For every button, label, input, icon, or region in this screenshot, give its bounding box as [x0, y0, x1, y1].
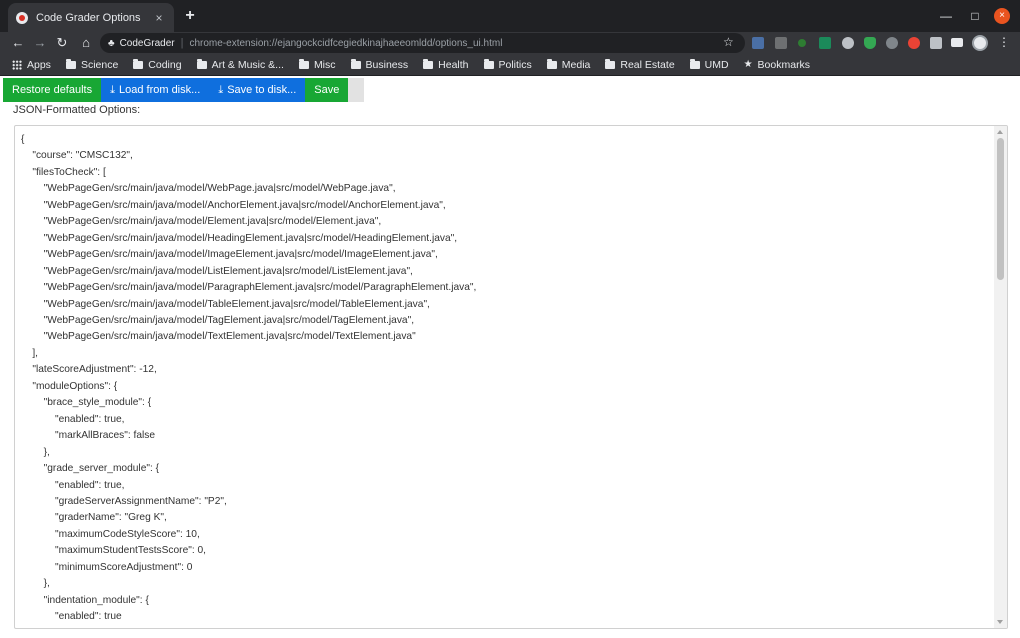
maximize-window-button[interactable]: □	[967, 8, 983, 24]
download-icon: ⤓	[218, 84, 224, 96]
url-separator: |	[180, 37, 184, 49]
folder-icon	[423, 58, 434, 69]
extension-icon[interactable]	[908, 37, 920, 49]
tab-title: Code Grader Options	[36, 11, 141, 24]
bookmark-label: UMD	[704, 58, 729, 71]
bookmark-item[interactable]: ★ Bookmarks	[744, 59, 810, 71]
bookmark-item[interactable]: Misc	[298, 58, 336, 71]
folder-icon	[350, 58, 361, 69]
shield-extension-icon[interactable]	[864, 37, 876, 49]
save-to-disk-label: Save to disk...	[227, 84, 297, 96]
extension-icon[interactable]	[775, 37, 787, 49]
bookmark-item[interactable]: Art & Music &...	[196, 58, 284, 71]
star-icon: ★	[743, 59, 753, 70]
bookmarks-bar: Apps Science Coding Art & Music &... Misc Bus…	[0, 54, 1020, 76]
json-options-textarea[interactable]: { "course": "CMSC132", "filesToCheck": […	[14, 125, 1008, 629]
browser-toolbar: ← → ↻ ⌂ ♣ CodeGrader | chrome-extension:…	[0, 32, 1020, 54]
bookmark-item[interactable]: Real Estate	[605, 58, 675, 71]
toolbar-spacer	[348, 78, 365, 102]
bookmark-label: Coding	[148, 58, 182, 71]
bookmark-label: Art & Music &...	[211, 58, 284, 71]
bookmark-label: Health	[438, 58, 469, 71]
bookmark-item[interactable]: Coding	[133, 58, 182, 71]
folder-icon	[689, 58, 700, 69]
bookmark-item[interactable]: Science	[65, 58, 119, 71]
bookmark-label: Real Estate	[620, 58, 675, 71]
reload-icon[interactable]: ↻	[53, 34, 71, 52]
tab-close-icon[interactable]: ×	[152, 11, 166, 25]
scroll-up-arrow-icon[interactable]	[997, 130, 1003, 134]
scrollbar-thumb[interactable]	[997, 138, 1004, 280]
vertical-scrollbar[interactable]	[994, 126, 1007, 628]
bookmark-label: Politics	[498, 58, 532, 71]
options-action-bar: Restore defaults ⤓ Load from disk... ⤓ S…	[3, 78, 365, 102]
bookmark-label: Apps	[27, 58, 51, 71]
minimize-window-button[interactable]: —	[938, 8, 954, 24]
bookmark-item[interactable]: Media	[546, 58, 591, 71]
profile-avatar[interactable]	[972, 35, 988, 51]
address-bar[interactable]: ♣ CodeGrader | chrome-extension://ejango…	[100, 33, 745, 53]
extension-icon[interactable]	[886, 37, 898, 49]
json-options-text[interactable]: { "course": "CMSC132", "filesToCheck": […	[21, 132, 476, 626]
folder-icon	[546, 58, 557, 69]
new-tab-button[interactable]: +	[181, 7, 199, 25]
save-button[interactable]: Save	[305, 78, 349, 102]
bookmark-item[interactable]: Business	[350, 58, 409, 71]
load-from-disk-label: Load from disk...	[118, 84, 201, 96]
bookmark-label: Media	[561, 58, 591, 71]
restore-defaults-label: Restore defaults	[12, 84, 93, 96]
folder-icon	[483, 58, 494, 69]
bookmark-label: Misc	[313, 58, 336, 71]
extension-icon[interactable]	[842, 37, 854, 49]
load-from-disk-button[interactable]: ⤓ Load from disk...	[101, 78, 210, 102]
apps-icon	[12, 59, 22, 70]
json-options-label: JSON-Formatted Options:	[13, 104, 141, 116]
restore-defaults-button[interactable]: Restore defaults	[3, 78, 102, 102]
extension-icon[interactable]	[819, 37, 831, 49]
folder-icon	[65, 58, 76, 69]
forward-arrow-icon[interactable]: →	[31, 34, 49, 52]
media-controls-icon[interactable]	[951, 38, 963, 47]
back-arrow-icon[interactable]: ←	[9, 34, 27, 52]
save-label: Save	[314, 84, 340, 96]
codegrader-favicon-icon	[16, 11, 28, 24]
home-icon[interactable]: ⌂	[77, 34, 95, 52]
save-to-disk-button[interactable]: ⤓ Save to disk...	[209, 78, 306, 102]
bookmark-item[interactable]: UMD	[689, 58, 729, 71]
folder-icon	[133, 58, 144, 69]
extension-puzzle-icon: ♣	[108, 37, 115, 49]
url-text[interactable]: chrome-extension://ejangockcidfcegiedkin…	[189, 38, 502, 49]
bookmark-label: Science	[80, 58, 119, 71]
browser-tab[interactable]: Code Grader Options ×	[8, 3, 174, 32]
tab-strip: Code Grader Options × + — □ ×	[0, 0, 1020, 32]
bookmark-label: Bookmarks	[757, 58, 811, 71]
scroll-down-arrow-icon[interactable]	[997, 620, 1003, 624]
extension-icon[interactable]	[752, 37, 764, 49]
folder-icon	[196, 58, 207, 69]
folder-icon	[298, 58, 309, 69]
folder-icon	[605, 58, 616, 69]
bookmark-item[interactable]: Politics	[483, 58, 532, 71]
download-icon: ⤓	[110, 84, 115, 96]
close-window-button[interactable]: ×	[994, 8, 1010, 24]
extension-icon[interactable]	[798, 39, 806, 47]
kebab-menu-icon[interactable]: ⋮	[998, 35, 1010, 49]
bookmark-item[interactable]: Apps	[12, 59, 51, 71]
bookmark-item[interactable]: Health	[423, 58, 469, 71]
bookmark-label: Business	[365, 58, 409, 71]
bookmark-star-icon[interactable]: ☆	[723, 35, 734, 49]
puzzle-extensions-icon[interactable]	[930, 37, 942, 49]
site-name: CodeGrader	[119, 37, 175, 49]
